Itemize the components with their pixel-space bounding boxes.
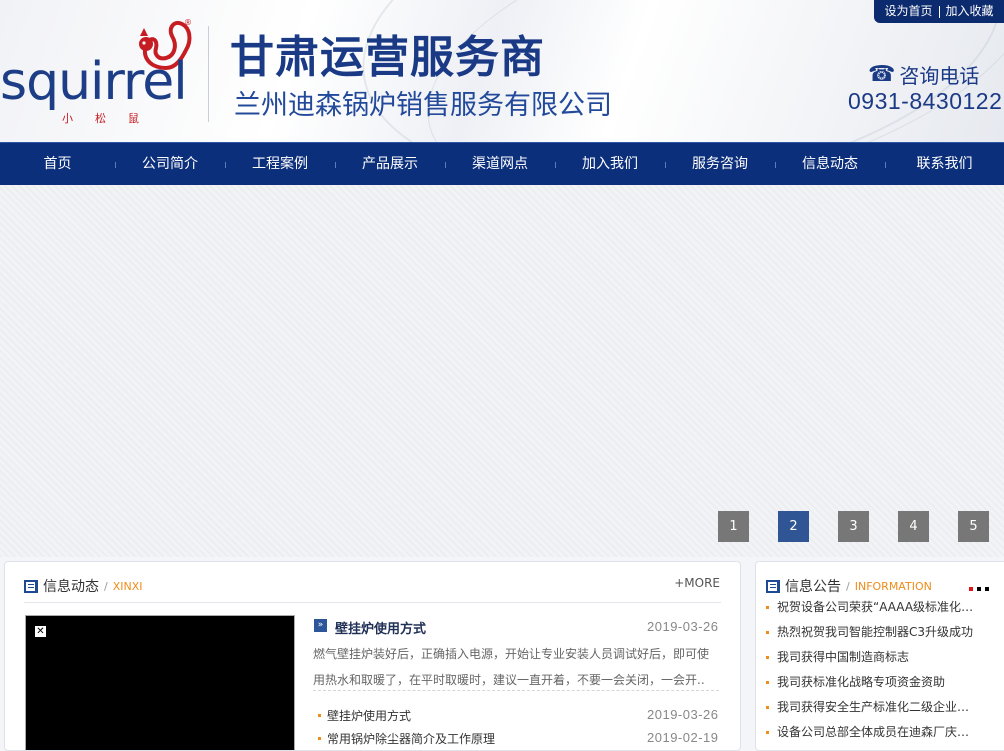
news-panel-title-en: XINXI — [112, 579, 143, 593]
logo-wordmark: squirrel — [0, 52, 188, 112]
news-panel-header: 信息动态 / XINXI — [24, 576, 143, 596]
featured-news-title[interactable]: 壁挂炉使用方式 — [335, 618, 426, 637]
site-header: 设为首页 加入收藏 ® squirrel 小松鼠 甘肃运营服务商 兰州迪森锅炉销… — [0, 0, 1004, 142]
notice-panel: 信息公告 / INFORMATION 祝贺设备公司荣获“AAAA级标准化良好行为… — [755, 561, 1004, 751]
featured-news-summary: 燃气壁挂炉装好后，正确插入电源，开始让专业安装人员调试好后，即可使用热水和取暖了… — [313, 647, 710, 687]
list-icon — [766, 579, 780, 593]
bullet-icon — [766, 606, 769, 609]
banner-page-button[interactable]: 3 — [838, 511, 869, 542]
notice-item-title[interactable]: 祝贺设备公司荣获“AAAA级标准化良好行为企业” — [777, 600, 976, 614]
news-item-title[interactable]: 常用锅炉除尘器简介及工作原理 — [327, 732, 495, 746]
notice-item[interactable]: 我司获得中国制造商标志 — [766, 648, 976, 665]
news-panel-title: 信息动态 — [43, 579, 99, 595]
notice-panel-title: 信息公告 — [785, 579, 841, 595]
news-item-title[interactable]: 壁挂炉使用方式 — [327, 709, 411, 723]
banner-page-button[interactable]: 4 — [898, 511, 929, 542]
close-icon[interactable]: ✕ — [35, 626, 46, 637]
bullet-icon — [766, 656, 769, 659]
top-utility-bar: 设为首页 加入收藏 — [874, 0, 1004, 23]
indicator-dot[interactable] — [977, 587, 981, 591]
phone-icon: ☎ — [868, 62, 896, 87]
scroll-indicator[interactable] — [969, 587, 989, 591]
notice-panel-title-en: INFORMATION — [854, 579, 932, 593]
notice-item[interactable]: 设备公司总部全体成员在迪森厂庆活动 — [766, 723, 976, 740]
nav-item-home[interactable]: 首页 — [0, 143, 115, 185]
main-nav: 首页 公司简介 工程案例 产品展示 渠道网点 加入我们 服务咨询 信息动态 联系… — [0, 142, 1004, 185]
featured-news-date: 2019-03-26 — [647, 619, 719, 634]
notice-item-title[interactable]: 我司获得中国制造商标志 — [777, 650, 909, 664]
site-logo[interactable]: ® squirrel 小松鼠 — [0, 14, 200, 125]
bullet-icon — [766, 631, 769, 634]
nav-item-about[interactable]: 公司简介 — [115, 143, 225, 185]
indicator-dot-active[interactable] — [969, 587, 973, 591]
notice-item[interactable]: 热烈祝贺我司智能控制器C3升级成功 — [766, 623, 976, 640]
registered-mark: ® — [184, 18, 192, 27]
hotline-number: 0931-8430122 — [848, 88, 1003, 114]
notice-item[interactable]: 我司获标准化战略专项资金资助 — [766, 673, 976, 690]
divider — [313, 690, 719, 691]
banner-page-button[interactable]: 5 — [958, 511, 989, 542]
nav-item-cases[interactable]: 工程案例 — [225, 143, 335, 185]
notice-list: 祝贺设备公司荣获“AAAA级标准化良好行为企业” 热烈祝贺我司智能控制器C3升级… — [766, 596, 976, 746]
bullet-icon — [318, 737, 321, 740]
site-subtitle: 兰州迪森锅炉销售服务有限公司 — [234, 90, 612, 121]
bullet-icon — [766, 731, 769, 734]
bullet-icon — [766, 681, 769, 684]
notice-panel-header: 信息公告 / INFORMATION — [766, 576, 932, 596]
indicator-dot[interactable] — [985, 587, 989, 591]
divider — [938, 5, 940, 18]
set-home-link[interactable]: 设为首页 — [884, 0, 932, 23]
article-arrow-icon: » — [314, 619, 327, 632]
notice-item[interactable]: 我司获得安全生产标准化二级企业认证 — [766, 698, 976, 715]
nav-item-channels[interactable]: 渠道网点 — [445, 143, 555, 185]
logo-chinese-name: 小松鼠 — [62, 112, 161, 125]
banner-slideshow[interactable] — [0, 185, 1004, 557]
header-divider — [208, 26, 209, 122]
bullet-icon — [766, 706, 769, 709]
title-separator: / — [846, 579, 850, 593]
news-more-link[interactable]: +MORE — [674, 576, 720, 590]
nav-item-products[interactable]: 产品展示 — [335, 143, 445, 185]
hotline-label-text: 咨询电话 — [899, 64, 980, 88]
banner-page-button-active[interactable]: 2 — [778, 511, 809, 542]
nav-item-service[interactable]: 服务咨询 — [665, 143, 775, 185]
notice-item-title[interactable]: 热烈祝贺我司智能控制器C3升级成功 — [777, 625, 973, 639]
title-separator: / — [104, 579, 108, 593]
nav-item-news[interactable]: 信息动态 — [775, 143, 885, 185]
site-title: 甘肃运营服务商 — [230, 32, 545, 83]
notice-item-title[interactable]: 我司获得安全生产标准化二级企业认证 — [777, 700, 976, 714]
hotline-label: ☎ 咨询电话 — [868, 60, 979, 89]
divider — [24, 602, 721, 603]
add-favorite-link[interactable]: 加入收藏 — [946, 0, 994, 23]
news-item-date: 2019-03-26 — [647, 707, 719, 722]
banner-page-button[interactable]: 1 — [718, 511, 749, 542]
nav-item-join[interactable]: 加入我们 — [555, 143, 665, 185]
bullet-icon — [318, 714, 321, 717]
video-player[interactable]: ✕ — [25, 615, 295, 750]
nav-item-contact[interactable]: 联系我们 — [885, 143, 1004, 185]
news-panel: 信息动态 / XINXI +MORE ✕ » 壁挂炉使用方式 2019-03-2… — [4, 561, 741, 751]
notice-item-title[interactable]: 设备公司总部全体成员在迪森厂庆活动 — [777, 725, 976, 739]
notice-item-title[interactable]: 我司获标准化战略专项资金资助 — [777, 675, 945, 689]
list-icon — [24, 579, 38, 593]
notice-item[interactable]: 祝贺设备公司荣获“AAAA级标准化良好行为企业” — [766, 598, 976, 615]
